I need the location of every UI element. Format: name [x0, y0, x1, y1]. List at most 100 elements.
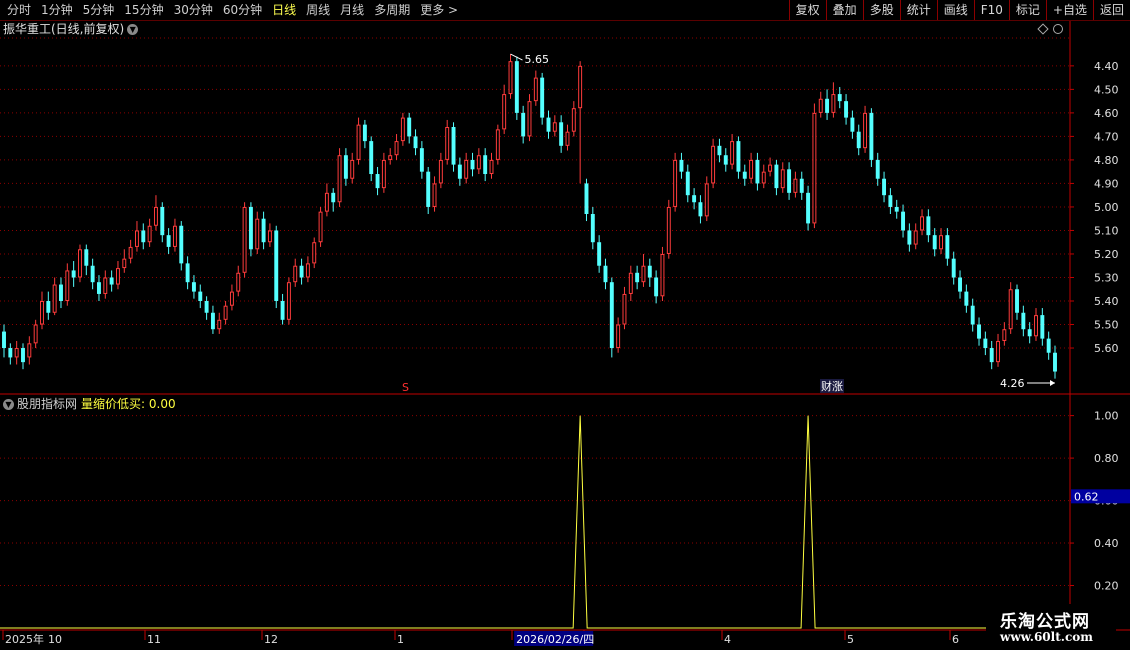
candle-body — [407, 117, 412, 137]
candle-body — [970, 305, 975, 325]
toolbar-button-5[interactable]: F10 — [973, 0, 1009, 20]
candle-body — [464, 159, 469, 179]
candle-body — [495, 129, 500, 160]
candle-body — [1046, 338, 1051, 353]
indicator-tick-label: 0.80 — [1094, 452, 1119, 465]
current-value-label: 0.62 — [1074, 490, 1099, 503]
candle-body — [590, 214, 595, 243]
candle-body — [122, 258, 127, 269]
toolbar-button-3[interactable]: 统计 — [899, 0, 937, 20]
candle-body — [622, 293, 627, 325]
candle-body — [350, 159, 355, 179]
candle-body — [255, 218, 260, 250]
candle-body — [742, 171, 747, 179]
function-buttons: 复权 叠加 多股 统计 画线 F10 标记 +自选 返回 — [788, 0, 1130, 20]
date-label: 3 — [586, 633, 593, 646]
diamond-icon[interactable] — [1037, 23, 1049, 35]
date-label: 6 — [952, 633, 959, 646]
period-tab-10[interactable]: 更多 > — [415, 0, 463, 20]
period-tab-4[interactable]: 30分钟 — [169, 0, 218, 20]
period-tab-8[interactable]: 月线 — [335, 0, 369, 20]
chevron-down-icon[interactable]: ▼ — [3, 399, 14, 410]
candle-body — [894, 206, 899, 212]
candle-body — [229, 291, 234, 306]
candle-body — [27, 343, 32, 358]
candle-body — [103, 277, 108, 294]
candle-body — [312, 242, 317, 264]
candle-body — [977, 324, 981, 339]
period-tab-2[interactable]: 5分钟 — [78, 0, 120, 20]
period-tab-0[interactable]: 分时 — [2, 0, 36, 20]
candle-body — [869, 112, 874, 160]
candle-body — [78, 249, 82, 278]
candle-body — [451, 127, 456, 165]
watermark-url: www.60lt.com — [1000, 630, 1093, 644]
candle-body — [552, 122, 557, 132]
candle-body — [318, 211, 323, 243]
candle-body — [540, 77, 545, 118]
indicator-tick-label: 0.20 — [1094, 580, 1119, 593]
price-tick-label: 4.90 — [1094, 177, 1119, 190]
candle-body — [761, 171, 766, 184]
candle-body — [920, 216, 925, 231]
date-label: 1 — [397, 633, 404, 646]
toolbar-button-4[interactable]: 画线 — [936, 0, 974, 20]
candle-body — [730, 141, 735, 165]
candle-body — [1027, 329, 1032, 337]
current-value-box — [1071, 489, 1130, 504]
candle-body — [679, 159, 684, 172]
period-tab-9[interactable]: 多周期 — [369, 0, 415, 20]
toolbar-button-1[interactable]: 叠加 — [825, 0, 863, 20]
candle-body — [116, 268, 120, 285]
stock-name-period: 振华重工(日线,前复权) — [3, 22, 125, 36]
circle-icon[interactable] — [1052, 23, 1064, 35]
indicator-value: 0.00 — [148, 397, 176, 411]
candle-body — [825, 98, 830, 113]
candle-body — [483, 155, 488, 175]
candle-body — [84, 249, 89, 266]
period-tab-5[interactable]: 60分钟 — [218, 0, 267, 20]
candle-body — [362, 124, 367, 142]
candle-body — [14, 348, 19, 358]
candle-body — [926, 216, 931, 236]
candle-body — [514, 61, 519, 113]
date-label: 12 — [264, 633, 278, 646]
chart-title[interactable]: 振华重工(日线,前复权) ▼ — [3, 21, 139, 37]
indicator-title[interactable]: ▼ 股朋指标网 量缩价低买: 0.00 — [3, 396, 176, 412]
candle-body — [343, 155, 348, 179]
candle-body — [527, 101, 532, 137]
toolbar-button-2[interactable]: 多股 — [862, 0, 900, 20]
toolbar-button-0[interactable]: 复权 — [788, 0, 826, 20]
toolbar-button-6[interactable]: 标记 — [1008, 0, 1046, 20]
candle-body — [584, 183, 589, 214]
candle-body — [21, 348, 25, 363]
period-tab-7[interactable]: 周线 — [301, 0, 335, 20]
candle-body — [673, 159, 678, 207]
period-tab-6[interactable]: 日线 — [267, 0, 301, 20]
candle-body — [818, 98, 823, 113]
candle-body — [160, 206, 165, 236]
price-tick-label: 5.60 — [1094, 342, 1119, 355]
candle-body — [274, 230, 279, 301]
candle-body — [1021, 312, 1026, 330]
indicator-tick-label: 0.60 — [1094, 495, 1119, 508]
candle-body — [457, 164, 462, 179]
candle-body — [958, 277, 962, 292]
period-tab-3[interactable]: 15分钟 — [119, 0, 168, 20]
candle-body — [381, 159, 386, 189]
candle-body — [204, 301, 209, 313]
candle-body — [660, 253, 665, 297]
candle-body — [179, 225, 184, 264]
candle-body — [945, 235, 950, 259]
candle-body — [546, 117, 551, 132]
toolbar-button-8[interactable]: 返回 — [1092, 0, 1130, 20]
candle-body — [989, 348, 994, 363]
candle-body — [198, 291, 203, 301]
period-tab-1[interactable]: 1分钟 — [36, 0, 78, 20]
kline-chart[interactable]: 5.65 4.26 S 财涨 5.60 5.50 5.40 5.30 5.20 5.10 5.00… — [0, 0, 1130, 650]
candle-body — [172, 225, 177, 247]
chevron-down-icon[interactable]: ▼ — [127, 24, 139, 35]
candle-body — [1053, 352, 1057, 372]
toolbar-button-7[interactable]: +自选 — [1045, 0, 1093, 20]
candle-body — [141, 230, 146, 243]
